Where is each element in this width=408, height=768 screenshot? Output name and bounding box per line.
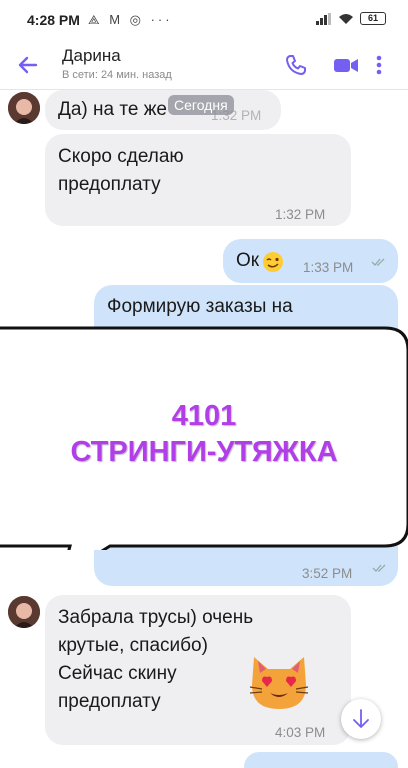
message-bubble[interactable]	[244, 752, 398, 768]
message-text: крутые, спасибо)	[58, 635, 208, 656]
overlay-line-2: СТРИНГИ-УТЯЖКА	[70, 436, 338, 468]
contact-status: В сети: 24 мин. назад	[62, 69, 172, 81]
avatar[interactable]	[8, 92, 40, 124]
message-text: Скоро сделаю	[58, 146, 184, 167]
message-time: 3:52 PM	[302, 566, 353, 581]
message-text: предоплату	[58, 174, 161, 195]
back-arrow-icon[interactable]	[14, 51, 42, 79]
message-text: Сейчас скину	[58, 663, 177, 684]
phone-icon[interactable]	[283, 52, 309, 78]
status-right: 61	[316, 12, 386, 25]
wifi-icon	[339, 13, 353, 24]
message-bubble[interactable]: Да) на те же 1:32 PM	[45, 90, 281, 130]
arrow-down-icon	[353, 709, 369, 728]
status-bar: 4:28 PM ⟁ M ◎ ··· 61	[0, 0, 408, 40]
message-time: 1:33 PM	[303, 260, 354, 275]
message-text: предоплату	[58, 691, 161, 712]
scroll-down-button[interactable]	[341, 699, 381, 739]
message-bubble[interactable]: Скоро сделаю предоплату 1:32 PM	[45, 134, 351, 226]
message-time: 4:03 PM	[275, 725, 326, 740]
read-check-icon	[372, 564, 386, 572]
message-bubble[interactable]: Ок 1:33 PM	[223, 239, 398, 283]
winking-face-emoji	[263, 252, 283, 272]
read-check-icon	[371, 258, 385, 266]
battery-icon: 61	[360, 12, 386, 25]
overlay-text: 4101 СТРИНГИ-УТЯЖКА	[0, 398, 408, 470]
message-text: Да) на те же	[58, 99, 167, 120]
signal-icon	[316, 12, 332, 25]
avatar[interactable]	[8, 596, 40, 628]
message-time: 1:32 PM	[275, 207, 326, 222]
date-chip: Сегодня	[168, 95, 234, 115]
video-icon[interactable]	[332, 52, 360, 78]
message-text: Формирую заказы на	[107, 296, 293, 317]
message-text: Забрала трусы) очень	[58, 607, 254, 628]
overlay-line-1: 4101	[171, 400, 237, 432]
contact-name[interactable]: Дарина	[62, 46, 121, 66]
more-vertical-icon[interactable]	[374, 52, 384, 78]
message-text: Ок	[236, 250, 260, 271]
heart-eyes-cat-emoji	[249, 657, 309, 709]
notification-icons: ⟁ M ◎ ···	[88, 12, 173, 27]
message-bubble[interactable]: Забрала трусы) очень крутые, спасибо) Се…	[45, 595, 351, 745]
chat-header: Дарина В сети: 24 мин. назад	[0, 40, 408, 90]
status-time: 4:28 PM	[27, 12, 80, 28]
